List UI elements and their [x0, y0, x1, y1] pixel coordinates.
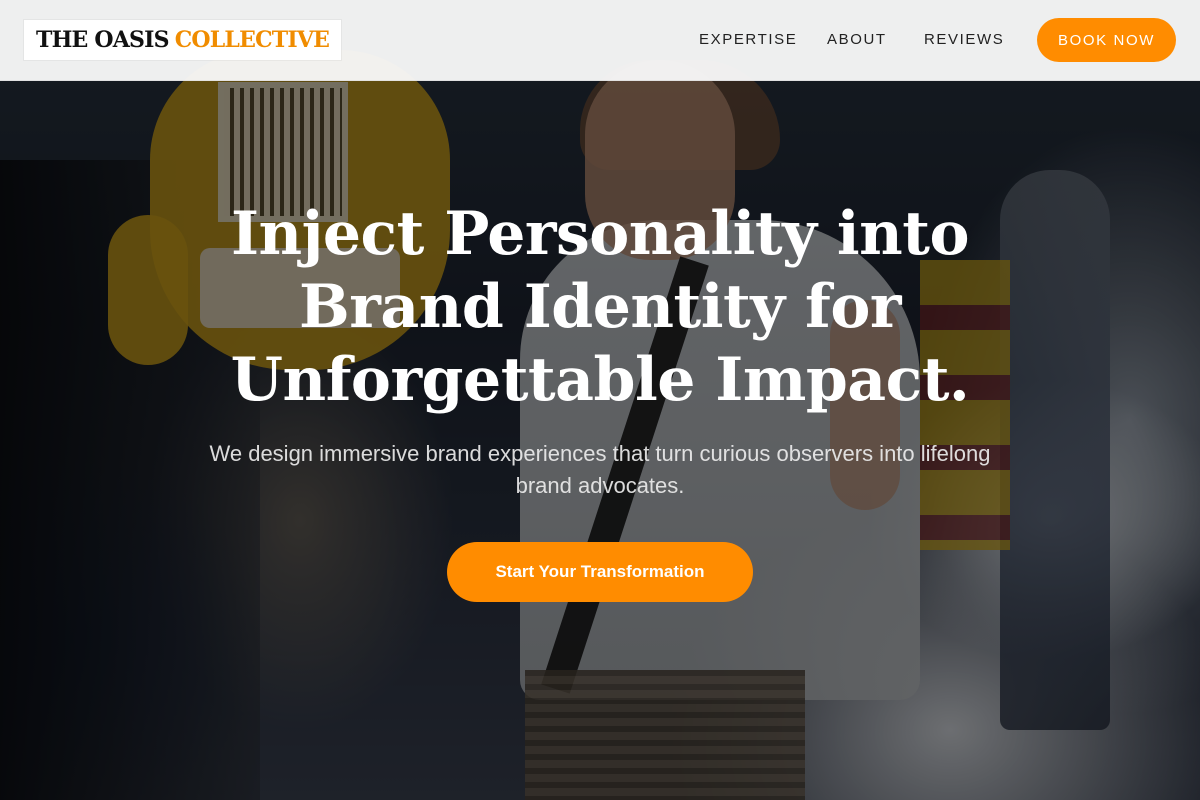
start-transformation-button[interactable]: Start Your Transformation — [447, 542, 753, 602]
hero-title: Inject Personality into Brand Identity f… — [150, 198, 1050, 417]
book-now-button[interactable]: BOOK NOW — [1037, 18, 1176, 62]
hero-title-line-3: Unforgettable Impact. — [230, 345, 970, 415]
nav-link-expertise[interactable]: EXPERTISE — [699, 31, 797, 48]
hero-subtitle: We design immersive brand experiences th… — [209, 441, 991, 498]
hero-title-line-2: Brand Identity for — [299, 272, 901, 342]
nav-link-about[interactable]: ABOUT — [827, 31, 887, 48]
hero-title-line-1: Inject Personality into — [230, 199, 970, 269]
brand-name-part2: COLLECTIVE — [174, 27, 330, 53]
brand-name-part1: THE OASIS — [36, 27, 169, 53]
nav-link-reviews[interactable]: REVIEWS — [924, 31, 1004, 48]
brand-logo[interactable]: THE OASIS COLLECTIVE — [24, 20, 342, 60]
top-navbar: THE OASIS COLLECTIVE EXPERTISE ABOUT REV… — [0, 0, 1200, 81]
